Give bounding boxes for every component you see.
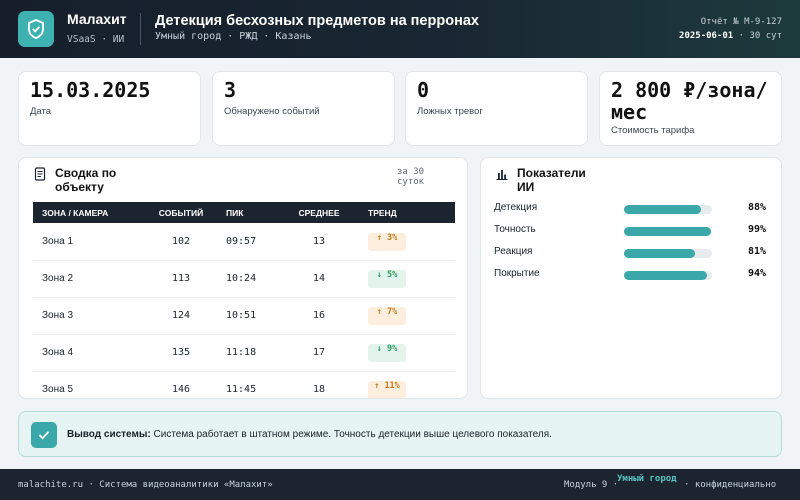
kpi-card-date: 15.03.2025 Дата [18, 71, 201, 146]
metric-bar-fill [624, 271, 707, 280]
kpi-label: Стоимость тарифа [611, 125, 695, 136]
metric-value: 94% [748, 268, 767, 279]
table-row[interactable]: Зона 4 135 11:18 17 ↓ 9% [33, 334, 455, 372]
metric-row-accuracy: Точность 99% [494, 223, 774, 239]
column-header-average: СРЕДНЕЕ [279, 202, 359, 223]
metric-bar [624, 205, 712, 214]
table-header-row: ЗОНА / КАМЕРА СОБЫТИЙ ПИК СРЕДНЕЕ ТРЕНД [33, 202, 455, 223]
peak-time: 10:24 [217, 260, 279, 298]
report-meta: Отчёт № М-9-127 2025-06-01 · 30 сут [672, 15, 782, 43]
metric-value: 81% [748, 246, 767, 257]
summary-panel: Сводка по объекту за 30 суток ЗОНА / КАМ… [18, 157, 468, 399]
kpi-label: Дата [30, 106, 52, 117]
metric-row-reaction: Реакция 81% [494, 245, 774, 261]
metric-row-coverage: Покрытие 94% [494, 267, 774, 283]
kpi-value: 0 [417, 78, 430, 102]
kpi-value: 2 800 ₽/зона/мес [611, 78, 768, 124]
report-date: 2025-06-01 [679, 31, 734, 41]
trend-badge: ↑ 11% [368, 381, 406, 398]
column-header-peak: ПИК [217, 202, 279, 223]
average-value: 13 [279, 223, 359, 261]
kpi-value: 3 [224, 78, 237, 102]
document-icon [34, 167, 46, 181]
system-conclusion: Вывод системы: Система работает в штатно… [18, 411, 782, 457]
peak-time: 11:45 [217, 371, 279, 398]
zone-name: Зона 5 [33, 371, 145, 398]
check-icon [31, 422, 57, 448]
page-footer: malachite.ru · Система видеоаналитики «М… [0, 469, 800, 500]
metric-bar-fill [624, 249, 696, 258]
zone-name: Зона 4 [33, 334, 145, 372]
average-value: 16 [279, 297, 359, 335]
average-value: 14 [279, 260, 359, 298]
metric-label: Реакция [494, 246, 533, 257]
metric-row-detection: Детекция 88% [494, 201, 774, 217]
report-header: Малахит VSaaS · ИИ Детекция бесхозных пр… [0, 0, 800, 58]
kpi-card-false-alarms: 0 Ложных тревог [405, 71, 588, 146]
events-count: 124 [145, 297, 217, 335]
trend-badge: ↓ 9% [368, 344, 406, 362]
events-count: 113 [145, 260, 217, 298]
ai-metrics-title: Показатели ИИ [517, 166, 586, 194]
kpi-label: Обнаружено событий [224, 106, 320, 117]
conclusion-text: Вывод системы: Система работает в штатно… [67, 429, 552, 440]
peak-time: 09:57 [217, 223, 279, 261]
trend-badge: ↑ 3% [368, 232, 406, 251]
conclusion-label: Вывод системы: [67, 429, 151, 440]
footer-category: Умный город [617, 474, 677, 484]
page-title: Детекция бесхозных предметов на перронах [155, 13, 479, 29]
metric-bar-fill [624, 227, 712, 236]
metric-bar [624, 271, 712, 280]
peak-time: 11:18 [217, 334, 279, 372]
zone-name: Зона 1 [33, 223, 145, 261]
page-subtitle: Умный город · РЖД · Казань [155, 31, 312, 42]
summary-period: за 30 суток [397, 167, 425, 187]
events-count: 102 [145, 223, 217, 261]
footer-module: Модуль 9 · [564, 480, 619, 490]
metric-bar-fill [624, 205, 702, 214]
zone-name: Зона 3 [33, 297, 145, 335]
footer-confidential: · конфиденциально [684, 480, 777, 490]
events-count: 146 [145, 371, 217, 398]
brand-subtitle: VSaaS · ИИ [67, 34, 125, 45]
metric-label: Точность [494, 224, 536, 235]
kpi-card-events: 3 Обнаружено событий [212, 71, 395, 146]
summary-title: Сводка по объекту [55, 166, 117, 194]
shield-check-icon [18, 11, 54, 47]
column-header-events: СОБЫТИЙ [145, 202, 217, 223]
metric-label: Покрытие [494, 268, 540, 279]
metric-value: 99% [748, 224, 767, 235]
report-number: Отчёт № М-9-127 [700, 17, 782, 27]
metric-label: Детекция [494, 202, 538, 213]
kpi-label: Ложных тревог [417, 106, 483, 117]
trend-badge: ↑ 7% [368, 307, 406, 325]
column-header-trend: ТРЕНД [359, 202, 455, 223]
table-row[interactable]: Зона 2 113 10:24 14 ↓ 5% [33, 260, 455, 298]
metric-bar [624, 227, 712, 236]
metric-bar [624, 249, 712, 258]
trend-badge: ↓ 5% [368, 270, 406, 288]
kpi-value: 15.03.2025 [30, 78, 151, 102]
peak-time: 10:51 [217, 297, 279, 335]
table-row[interactable]: Зона 5 146 11:45 18 ↑ 11% [33, 371, 455, 398]
summary-table: ЗОНА / КАМЕРА СОБЫТИЙ ПИК СРЕДНЕЕ ТРЕНД … [33, 202, 455, 398]
table-row[interactable]: Зона 3 124 10:51 16 ↑ 7% [33, 297, 455, 335]
kpi-card-tariff: 2 800 ₽/зона/мес Стоимость тарифа [599, 71, 782, 146]
report-period: · 30 сут [733, 31, 782, 41]
metric-value: 88% [748, 202, 767, 213]
ai-metrics-panel: Показатели ИИ Детекция 88% Точность 99% … [480, 157, 782, 399]
events-count: 135 [145, 334, 217, 372]
column-header-zone: ЗОНА / КАМЕРА [33, 202, 145, 223]
average-value: 18 [279, 371, 359, 398]
bar-chart-icon [496, 170, 508, 181]
conclusion-message: Система работает в штатном режиме. Точно… [150, 429, 552, 440]
header-divider [140, 13, 141, 45]
brand-name: Малахит [67, 11, 127, 27]
zone-name: Зона 2 [33, 260, 145, 298]
table-row[interactable]: Зона 1 102 09:57 13 ↑ 3% [33, 223, 455, 261]
average-value: 17 [279, 334, 359, 372]
footer-site-info: malachite.ru · Система видеоаналитики «М… [18, 480, 273, 490]
